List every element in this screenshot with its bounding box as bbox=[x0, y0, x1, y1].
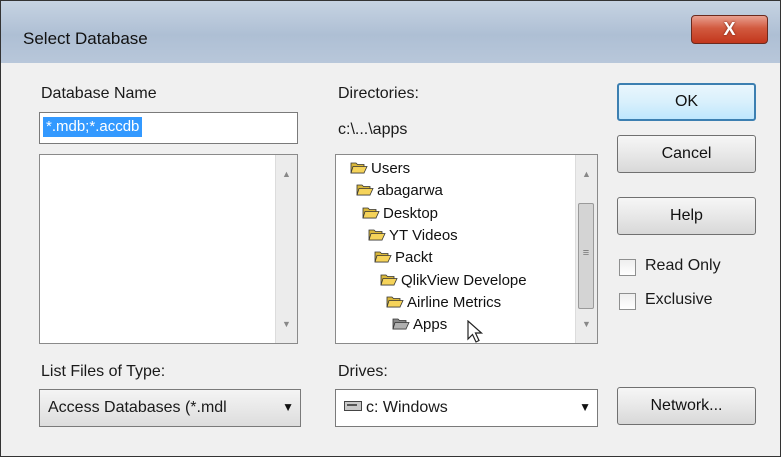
file-type-value: Access Databases (*.mdl bbox=[48, 399, 227, 416]
directory-item[interactable]: Packt bbox=[374, 248, 433, 268]
drives-value-wrap: c: Windows bbox=[344, 399, 448, 417]
exclusive-checkbox[interactable] bbox=[619, 293, 636, 310]
open-folder-icon bbox=[374, 251, 392, 263]
chevron-down-icon: ▼ bbox=[282, 400, 294, 414]
open-folder-icon bbox=[356, 184, 374, 196]
close-button[interactable]: X bbox=[691, 15, 768, 44]
window-title: Select Database bbox=[23, 29, 148, 48]
drives-value: c: Windows bbox=[366, 399, 448, 416]
scroll-grip-icon: ≡ bbox=[582, 247, 590, 259]
directory-item-label: Desktop bbox=[383, 204, 439, 222]
directory-item-label: Users bbox=[371, 160, 411, 177]
directory-item-label: Apps bbox=[413, 316, 448, 334]
read-only-label: Read Only bbox=[645, 257, 721, 274]
current-directory-path: c:\...\apps bbox=[338, 121, 408, 138]
open-folder-icon bbox=[392, 318, 410, 330]
scroll-down-arrow-icon[interactable]: ▼ bbox=[276, 319, 297, 329]
directory-item[interactable]: abagarwa bbox=[356, 181, 443, 201]
directory-scrollbar[interactable]: ▲ ≡ ▼ bbox=[575, 155, 597, 343]
database-name-input[interactable]: *.mdb;*.accdb bbox=[39, 112, 298, 144]
chevron-down-icon: ▼ bbox=[579, 400, 591, 414]
drives-label: Drives: bbox=[338, 363, 388, 380]
exclusive-option[interactable]: Exclusive bbox=[619, 291, 739, 313]
scroll-up-arrow-icon[interactable]: ▲ bbox=[576, 169, 597, 179]
open-folder-icon bbox=[368, 229, 386, 241]
ok-button[interactable]: OK bbox=[617, 83, 756, 121]
open-folder-icon bbox=[386, 296, 404, 308]
directory-item[interactable]: YT Videos bbox=[368, 226, 458, 246]
scroll-up-arrow-icon[interactable]: ▲ bbox=[276, 169, 297, 179]
directory-item[interactable]: QlikView Develope bbox=[380, 271, 527, 291]
directory-item[interactable]: Desktop bbox=[362, 204, 438, 224]
cancel-button[interactable]: Cancel bbox=[617, 135, 756, 173]
directory-item-label: Packt bbox=[395, 249, 433, 267]
open-folder-icon bbox=[380, 274, 398, 285]
help-button[interactable]: Help bbox=[617, 197, 756, 235]
drive-icon bbox=[344, 401, 362, 411]
directories-label: Directories: bbox=[338, 85, 419, 102]
open-folder-icon bbox=[362, 207, 380, 218]
network-button[interactable]: Network... bbox=[617, 387, 756, 425]
file-listbox[interactable]: ▲ ▼ bbox=[39, 154, 298, 344]
file-list-scrollbar[interactable]: ▲ ▼ bbox=[275, 155, 297, 343]
directory-item[interactable]: Airline Metrics bbox=[386, 293, 501, 313]
directory-item-label: Airline Metrics bbox=[407, 293, 502, 311]
file-type-label: List Files of Type: bbox=[41, 363, 166, 380]
database-name-value: *.mdb;*.accdb bbox=[43, 117, 143, 137]
directory-item[interactable]: Apps bbox=[392, 315, 447, 335]
read-only-checkbox[interactable] bbox=[619, 259, 636, 276]
directory-item[interactable]: Users bbox=[350, 159, 410, 179]
drives-dropdown[interactable]: c: Windows ▼ bbox=[335, 389, 598, 427]
directory-tree-listbox[interactable]: Users abagarwa Desktop YT Videos Packt QlikVi… bbox=[335, 154, 598, 344]
directory-item-label: QlikView Develope bbox=[401, 271, 527, 289]
exclusive-label: Exclusive bbox=[645, 291, 713, 308]
file-type-dropdown[interactable]: Access Databases (*.mdl ▼ bbox=[39, 389, 301, 427]
scroll-thumb[interactable]: ≡ bbox=[578, 203, 594, 309]
open-folder-icon bbox=[350, 162, 368, 174]
read-only-option[interactable]: Read Only bbox=[619, 257, 739, 279]
directory-item-label: abagarwa bbox=[377, 182, 443, 200]
title-bar[interactable]: Select Database X bbox=[1, 1, 780, 63]
database-name-label: Database Name bbox=[41, 85, 157, 102]
scroll-down-arrow-icon[interactable]: ▼ bbox=[576, 319, 597, 329]
mouse-cursor-icon bbox=[467, 320, 484, 343]
directory-item-label: YT Videos bbox=[389, 226, 458, 244]
select-database-dialog: Select Database X Database Name *.mdb;*.… bbox=[0, 0, 781, 457]
close-icon: X bbox=[723, 19, 736, 39]
